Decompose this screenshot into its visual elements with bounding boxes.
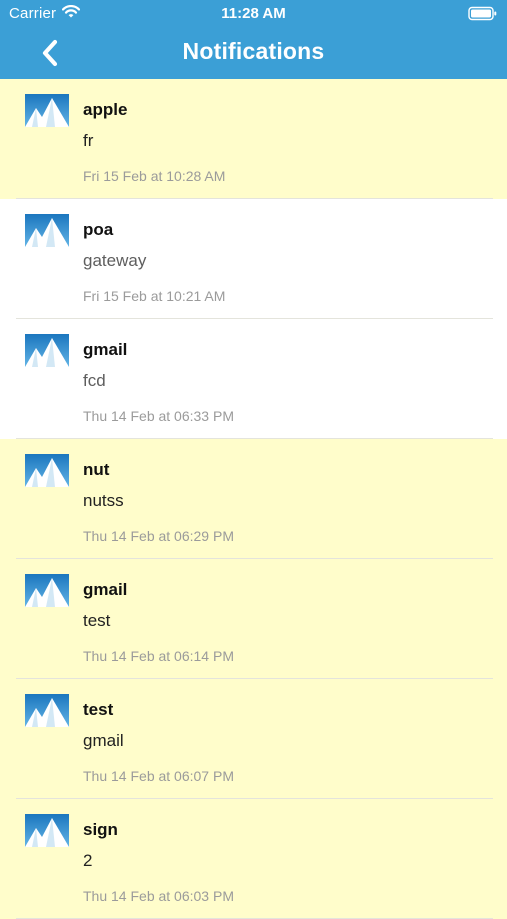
notification-title: nut [83,460,110,479]
notification-message: test [83,611,111,630]
notification-timestamp: Fri 15 Feb at 10:21 AM [83,288,226,304]
navigation-bar: Notifications [0,28,507,79]
mountain-logo-icon [25,334,69,367]
notification-item[interactable]: gmail fcd Thu 14 Feb at 06:33 PM [0,319,507,439]
notification-timestamp: Fri 15 Feb at 10:28 AM [83,168,226,184]
notification-title: gmail [83,340,128,359]
notification-message: gateway [83,251,147,270]
notification-list: apple fr Fri 15 Feb at 10:28 AM poa gate… [0,79,507,919]
battery-icon [468,6,498,25]
notification-title: gmail [83,580,128,599]
notification-timestamp: Thu 14 Feb at 06:29 PM [83,528,234,544]
notification-message: nutss [83,491,124,510]
notification-item[interactable]: test gmail Thu 14 Feb at 06:07 PM [0,679,507,799]
mountain-logo-icon [25,814,69,847]
mountain-logo-icon [25,94,69,127]
notification-message: fcd [83,371,106,390]
mountain-logo-icon [25,454,69,487]
notification-item[interactable]: gmail test Thu 14 Feb at 06:14 PM [0,559,507,679]
notification-title: sign [83,820,118,839]
notification-timestamp: Thu 14 Feb at 06:14 PM [83,648,234,664]
notification-timestamp: Thu 14 Feb at 06:33 PM [83,408,234,424]
mountain-logo-icon [25,694,69,727]
notification-timestamp: Thu 14 Feb at 06:03 PM [83,888,234,904]
status-bar: Carrier 11:28 AM [0,0,507,28]
mountain-logo-icon [25,574,69,607]
notification-timestamp: Thu 14 Feb at 06:07 PM [83,768,234,784]
status-time: 11:28 AM [221,5,286,22]
notification-message: gmail [83,731,124,750]
notification-message: fr [83,131,94,150]
page-title: Notifications [182,38,325,64]
notification-item[interactable]: apple fr Fri 15 Feb at 10:28 AM [0,79,507,199]
mountain-logo-icon [25,214,69,247]
notification-message: 2 [83,851,93,870]
notification-title: apple [83,100,128,119]
notification-item[interactable]: poa gateway Fri 15 Feb at 10:21 AM [0,199,507,319]
notification-title: test [83,700,114,719]
notification-title: poa [83,220,114,239]
notification-item[interactable]: nut nutss Thu 14 Feb at 06:29 PM [0,439,507,559]
header: Carrier 11:28 AM Notifications [0,0,507,79]
notification-item[interactable]: sign 2 Thu 14 Feb at 06:03 PM [0,799,507,919]
